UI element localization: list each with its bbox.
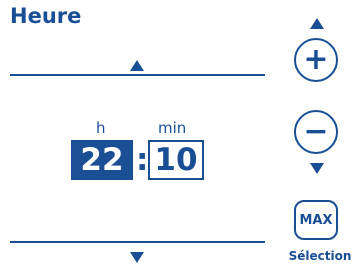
hour-field[interactable]: 22	[71, 140, 133, 180]
selection-label[interactable]: Sélection	[284, 249, 356, 263]
bottom-divider	[10, 241, 265, 243]
top-divider	[10, 74, 265, 76]
max-button[interactable]: MAX	[294, 200, 338, 240]
increase-arrow-icon	[310, 18, 324, 29]
minute-field[interactable]: 10	[148, 140, 204, 180]
scroll-up-icon[interactable]	[130, 60, 144, 71]
scroll-down-icon[interactable]	[130, 252, 144, 263]
plus-button[interactable]: +	[294, 38, 338, 82]
hour-unit-label: h	[96, 119, 106, 137]
minus-button[interactable]: −	[294, 110, 338, 154]
page-title: Heure	[10, 4, 82, 28]
minus-icon: −	[303, 114, 329, 149]
time-separator: :	[136, 142, 149, 178]
plus-icon: +	[303, 42, 329, 77]
decrease-arrow-icon	[310, 163, 324, 174]
minute-unit-label: min	[158, 119, 187, 137]
